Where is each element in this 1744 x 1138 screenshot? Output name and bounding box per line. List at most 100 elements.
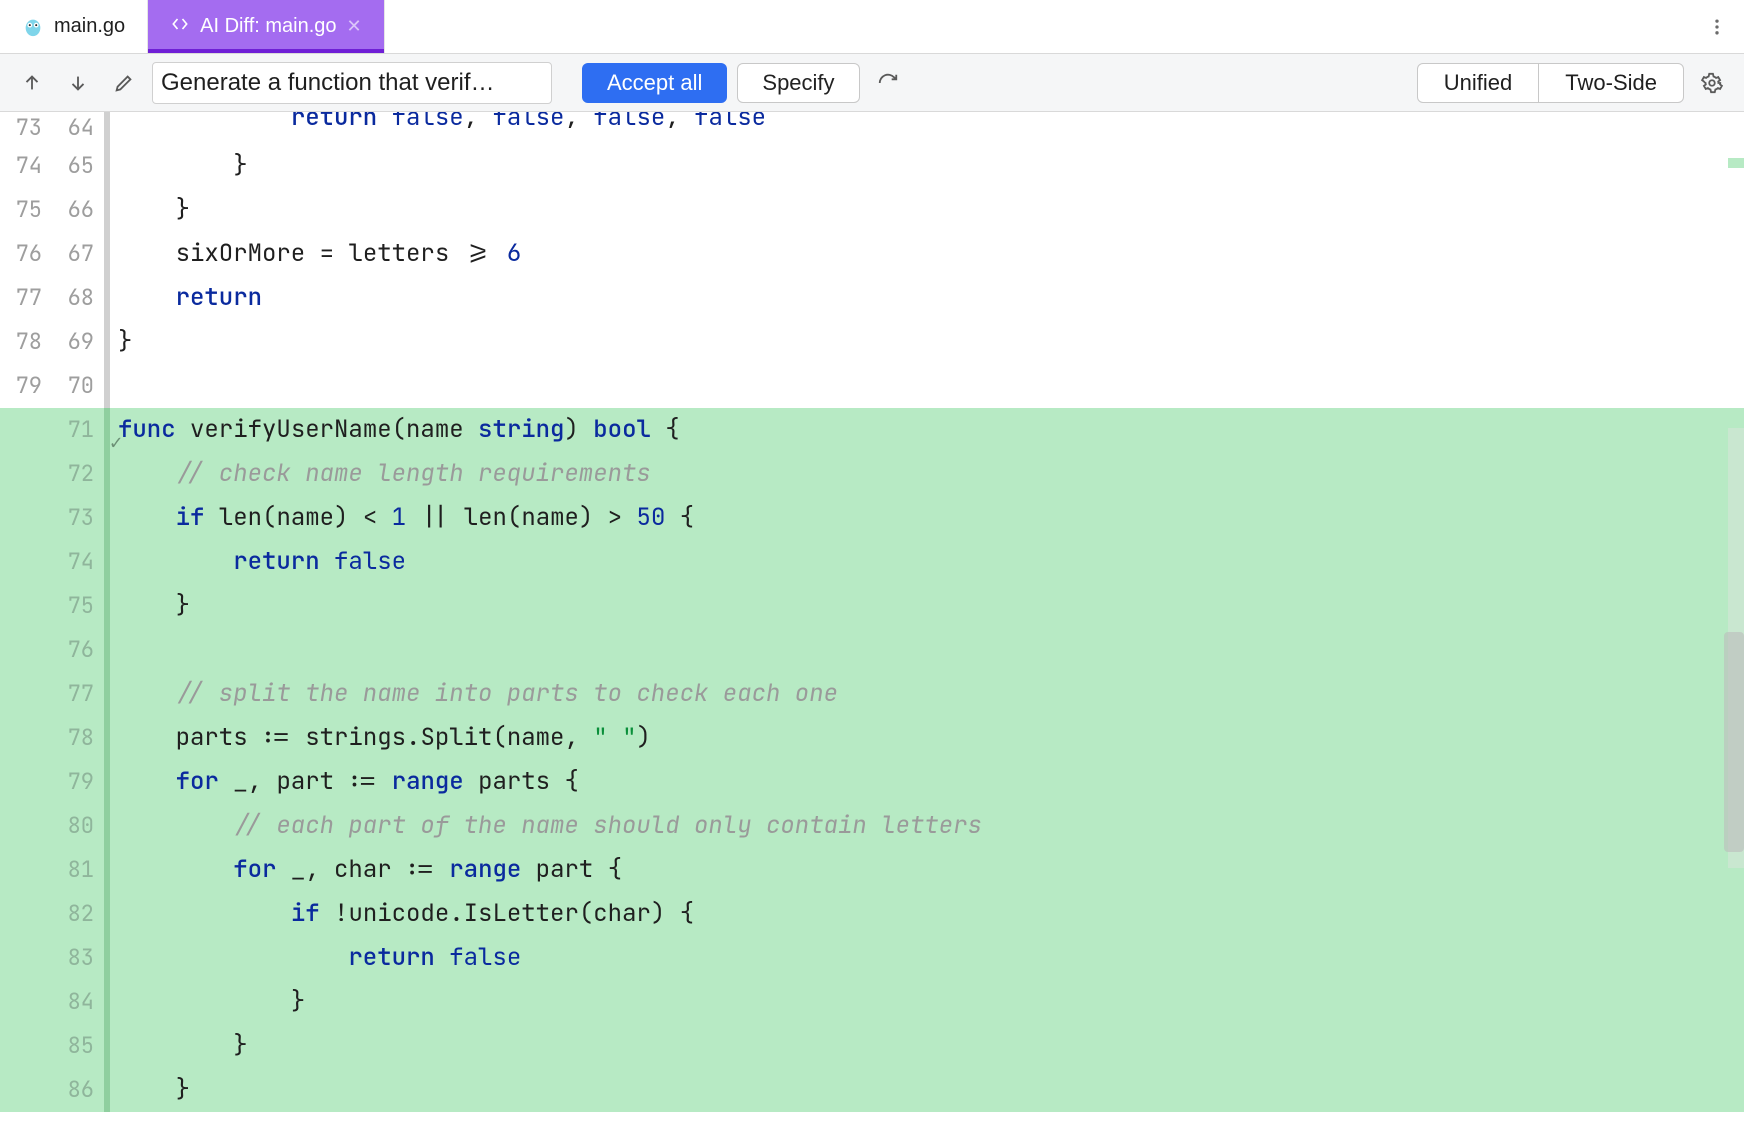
diff-editor[interactable]: 7364 return false, false, false, false74… <box>0 112 1744 1138</box>
code-content: for _, part := range parts { <box>110 760 1744 804</box>
gutter-new-line-number: 76 <box>52 628 104 672</box>
code-line[interactable]: 86 } <box>0 1068 1744 1112</box>
code-content: } <box>110 144 1744 188</box>
gutter-old-line-number <box>0 672 52 716</box>
code-line[interactable]: 83 return false <box>0 936 1744 980</box>
code-content: // check name length requirements <box>110 452 1744 496</box>
code-line[interactable]: 78 parts := strings.Split(name, " ") <box>0 716 1744 760</box>
go-file-icon <box>22 16 44 38</box>
gutter-new-line-number: 68 <box>52 276 104 320</box>
edit-prompt-button[interactable] <box>106 65 142 101</box>
prompt-text[interactable]: Generate a function that verif… <box>152 62 552 104</box>
regenerate-button[interactable] <box>870 65 906 101</box>
code-line[interactable]: 82 if !unicode.IsLetter(char) { <box>0 892 1744 936</box>
code-line[interactable]: 81 for _, char := range part { <box>0 848 1744 892</box>
code-content <box>110 628 1744 672</box>
gutter-new-line-number: 81 <box>52 848 104 892</box>
tab-ai-diff[interactable]: AI Diff: main.go ✕ <box>148 0 384 53</box>
code-line[interactable]: 7869} <box>0 320 1744 364</box>
prev-change-button[interactable] <box>14 65 50 101</box>
gutter-old-line-number <box>0 452 52 496</box>
code-content: for _, char := range part { <box>110 848 1744 892</box>
code-line[interactable]: 74 return false <box>0 540 1744 584</box>
gutter-old-line-number <box>0 848 52 892</box>
next-change-button[interactable] <box>60 65 96 101</box>
gutter-old-line-number <box>0 760 52 804</box>
code-content: // split the name into parts to check ea… <box>110 672 1744 716</box>
gutter-new-line-number: 65 <box>52 144 104 188</box>
gutter-old-line-number: 79 <box>0 364 52 408</box>
tab-file-label: main.go <box>54 15 125 38</box>
gutter-new-line-number: 71✓ <box>52 408 104 452</box>
code-content: func verifyUserName(name string) bool { <box>110 408 1744 452</box>
gutter-old-line-number: 77 <box>0 276 52 320</box>
specify-button[interactable]: Specify <box>737 63 859 103</box>
code-line[interactable]: 7566 } <box>0 188 1744 232</box>
gutter-old-line-number <box>0 936 52 980</box>
gutter-old-line-number: 78 <box>0 320 52 364</box>
code-line[interactable]: 7465 } <box>0 144 1744 188</box>
code-content: parts := strings.Split(name, " ") <box>110 716 1744 760</box>
code-content: return false <box>110 936 1744 980</box>
view-twoside-button[interactable]: Two-Side <box>1538 64 1683 102</box>
tab-overflow-menu[interactable] <box>1690 0 1744 53</box>
gutter-old-line-number <box>0 408 52 452</box>
gutter-new-line-number: 85 <box>52 1024 104 1068</box>
code-line[interactable]: 7970 <box>0 364 1744 408</box>
gutter-new-line-number: 70 <box>52 364 104 408</box>
accept-chunk-icon[interactable]: ✓ <box>110 420 122 464</box>
code-content: } <box>110 584 1744 628</box>
gutter-old-line-number <box>0 980 52 1024</box>
tab-diff-label: AI Diff: main.go <box>200 15 336 38</box>
code-line[interactable]: 77 // split the name into parts to check… <box>0 672 1744 716</box>
code-content: // each part of the name should only con… <box>110 804 1744 848</box>
code-line[interactable]: 79 for _, part := range parts { <box>0 760 1744 804</box>
code-content: if len(name) < 1 || len(name) > 50 { <box>110 496 1744 540</box>
gutter-old-line-number <box>0 892 52 936</box>
code-line[interactable]: 75 } <box>0 584 1744 628</box>
code-line[interactable]: 80 // each part of the name should only … <box>0 804 1744 848</box>
gutter-old-line-number <box>0 584 52 628</box>
gutter-old-line-number: 74 <box>0 144 52 188</box>
code-content: return <box>110 276 1744 320</box>
code-content: } <box>110 980 1744 1024</box>
diff-settings-button[interactable] <box>1694 65 1730 101</box>
code-line[interactable]: 7768 return <box>0 276 1744 320</box>
gutter-new-line-number: 64 <box>52 112 104 144</box>
accept-all-button[interactable]: Accept all <box>582 63 727 103</box>
code-content: sixOrMore = letters >= 6 <box>110 232 1744 276</box>
code-line[interactable]: 73 if len(name) < 1 || len(name) > 50 { <box>0 496 1744 540</box>
gutter-new-line-number: 78 <box>52 716 104 760</box>
diff-toolbar: Generate a function that verif… Accept a… <box>0 54 1744 112</box>
code-line[interactable]: 85 } <box>0 1024 1744 1068</box>
gutter-old-line-number <box>0 1068 52 1112</box>
gutter-old-line-number <box>0 804 52 848</box>
code-line[interactable]: 72 // check name length requirements <box>0 452 1744 496</box>
gutter-new-line-number: 74 <box>52 540 104 584</box>
code-content <box>110 364 1744 408</box>
code-content: } <box>110 1024 1744 1068</box>
code-content: return false <box>110 540 1744 584</box>
gutter-new-line-number: 82 <box>52 892 104 936</box>
gutter-new-line-number: 67 <box>52 232 104 276</box>
gutter-old-line-number <box>0 716 52 760</box>
close-icon[interactable]: ✕ <box>347 16 362 37</box>
gutter-new-line-number: 79 <box>52 760 104 804</box>
code-line[interactable]: 84 } <box>0 980 1744 1024</box>
gutter-new-line-number: 84 <box>52 980 104 1024</box>
gutter-old-line-number <box>0 496 52 540</box>
gutter-new-line-number: 66 <box>52 188 104 232</box>
gutter-new-line-number: 80 <box>52 804 104 848</box>
view-unified-button[interactable]: Unified <box>1418 64 1538 102</box>
code-line[interactable]: 7364 return false, false, false, false <box>0 112 1744 144</box>
code-line[interactable]: 71✓func verifyUserName(name string) bool… <box>0 408 1744 452</box>
gutter-old-line-number: 73 <box>0 112 52 144</box>
gutter-new-line-number: 69 <box>52 320 104 364</box>
gutter-old-line-number: 76 <box>0 232 52 276</box>
code-line[interactable]: 76 <box>0 628 1744 672</box>
code-line[interactable]: 7667 sixOrMore = letters >= 6 <box>0 232 1744 276</box>
gutter-new-line-number: 75 <box>52 584 104 628</box>
tab-file-main-go[interactable]: main.go <box>0 0 148 53</box>
gutter-new-line-number: 83 <box>52 936 104 980</box>
minimap-scrollbar[interactable] <box>1724 112 1744 1138</box>
